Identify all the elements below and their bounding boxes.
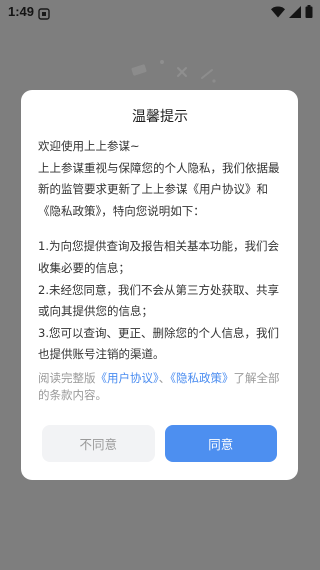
list-item-line: 收集必要的信息； — [38, 260, 130, 275]
background-illustration — [110, 48, 230, 92]
footer-note: 阅读完整版《用户协议》、《隐私政策》了解全部的条款内容。 — [38, 370, 282, 404]
notification-icon — [38, 5, 50, 20]
user-agreement-link[interactable]: 《用户协议》 — [96, 371, 159, 385]
intro-line: 《隐私政策》，特向您说明如下： — [38, 203, 205, 218]
signal-icon — [289, 5, 301, 18]
list-item-line: 也提供账号注销的渠道。 — [38, 347, 165, 362]
greeting-text: 欢迎使用上上参谋~ — [38, 139, 140, 153]
dim-overlay[interactable]: 1:49 温馨提示 欢迎使用上上参谋~ 上上参谋重视与保障您的个人隐私，我们依据… — [0, 0, 320, 570]
dialog-body: 欢迎使用上上参谋~ 上上参谋重视与保障您的个人隐私，我们依据最 新的监管要求更新… — [38, 136, 282, 366]
terms-list: 1.为向您提供查询及报告相关基本功能，我们会 收集必要的信息； 2.未经您同意，… — [38, 236, 282, 366]
status-time: 1:49 — [8, 4, 35, 19]
intro-line: 上上参谋重视与保障您的个人隐私，我们依据最 — [38, 160, 280, 175]
privacy-dialog: 温馨提示 欢迎使用上上参谋~ 上上参谋重视与保障您的个人隐私，我们依据最 新的监… — [21, 90, 298, 480]
privacy-policy-link[interactable]: 《隐私政策》 — [170, 371, 233, 385]
list-item-line: 2.未经您同意，我们不会从第三方处获取、共享 — [38, 282, 279, 297]
list-item-line: 1.为向您提供查询及报告相关基本功能，我们会 — [38, 239, 279, 254]
dialog-buttons: 不同意 同意 — [42, 425, 277, 462]
footer-separator: 、 — [158, 370, 171, 385]
disagree-button[interactable]: 不同意 — [42, 425, 155, 462]
battery-icon — [305, 5, 313, 18]
list-item-line: 3.您可以查询、更正、删除您的个人信息，我们 — [38, 325, 279, 340]
status-bar: 1:49 — [0, 0, 320, 24]
wifi-icon — [271, 6, 285, 18]
list-item-line: 或向其提供您的信息； — [38, 304, 153, 319]
status-icons — [271, 4, 313, 19]
footer-prefix: 阅读完整版 — [38, 370, 96, 385]
intro-line: 新的监管要求更新了上上参谋《用户协议》和 — [38, 182, 268, 197]
dialog-title: 温馨提示 — [132, 109, 188, 125]
agree-button[interactable]: 同意 — [164, 425, 277, 462]
